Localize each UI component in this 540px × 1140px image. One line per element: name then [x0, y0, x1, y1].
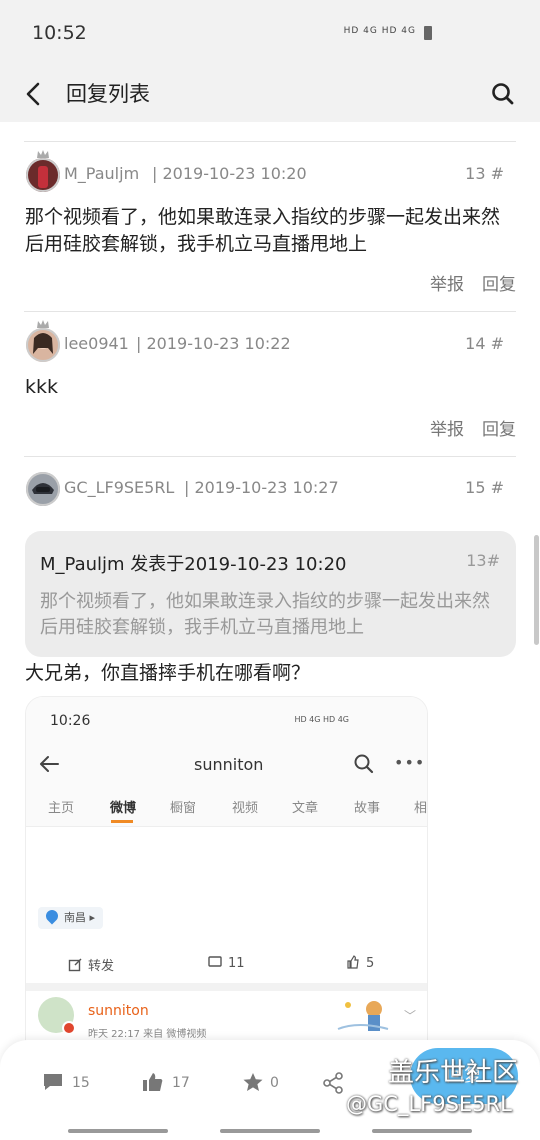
repost-icon — [68, 958, 82, 972]
like-count: 17 — [172, 1075, 190, 1091]
quote-floor: 13# — [466, 551, 500, 570]
divider — [24, 456, 516, 457]
avatar[interactable] — [26, 472, 60, 506]
post-header: lee0941 | 2019-10-23 10:22 14 # — [24, 320, 516, 368]
nav-home[interactable] — [220, 1129, 320, 1133]
shot-tab: 视频 — [232, 801, 259, 816]
shot-tab-active: 微博 — [110, 801, 137, 816]
shot-comments: 11 — [208, 955, 245, 971]
shot-tab: 主页 — [48, 801, 75, 816]
search-icon — [352, 749, 376, 779]
thumbs-up-icon — [347, 955, 359, 969]
post-date: | 2019-10-23 10:20 — [152, 164, 307, 183]
shot-status-bar: 10:26 HD 4G HD 4G — [26, 697, 427, 745]
scrollbar[interactable] — [534, 535, 539, 645]
favorite-count: 0 — [270, 1075, 279, 1091]
report-button[interactable]: 举报 — [430, 420, 464, 440]
page-title: 回复列表 — [66, 82, 150, 106]
reply-post-15: GC_LF9SE5RL | 2019-10-23 10:27 15 # — [0, 468, 540, 512]
shot-tab: 文章 — [292, 801, 319, 816]
chevron-down-icon: ﹀ — [404, 1009, 417, 1023]
shot-meta: 昨天 22:17 来自 微博视频 — [88, 1029, 207, 1040]
more-icon: ••• — [394, 753, 426, 772]
post-date: | 2019-10-23 10:22 — [136, 334, 291, 353]
post-actions: 举报 回复 — [412, 270, 516, 295]
floor-number: 13 # — [465, 164, 504, 183]
attached-screenshot[interactable]: 10:26 HD 4G HD 4G sunniton ••• 主页 微博 橱窗 … — [25, 696, 428, 1096]
reply-button[interactable]: 回复 — [482, 275, 516, 295]
username[interactable]: lee0941 — [64, 334, 129, 353]
username[interactable]: GC_LF9SE5RL — [64, 478, 174, 497]
post-header: GC_LF9SE5RL | 2019-10-23 10:27 15 # — [24, 468, 516, 512]
nav-recent[interactable] — [68, 1129, 168, 1133]
location-pin-icon — [43, 907, 61, 925]
active-tab-indicator — [111, 820, 133, 823]
post-header: M_Pauljm | 2019-10-23 10:20 13 # — [24, 150, 516, 198]
shot-likes: 5 — [346, 955, 374, 971]
thumbs-up-icon — [143, 1073, 163, 1091]
quote-text: 那个视频看了，他如果敢连录入指纹的步骤一起发出来然后用硅胶套解锁，我手机立马直播… — [40, 591, 490, 638]
report-button[interactable]: 举报 — [430, 275, 464, 295]
shot-app-bar: sunniton ••• — [26, 745, 427, 783]
divider — [24, 141, 516, 142]
status-bar: 10:52 HD 4G HD 4G — [0, 0, 540, 66]
like-count: 5 — [366, 956, 375, 971]
shot-tab: 相 — [414, 801, 428, 816]
comment-count: 11 — [228, 956, 245, 971]
shot-location-tag: 南昌 ▸ — [38, 907, 104, 929]
floor-number: 14 # — [465, 334, 504, 353]
shot-title: sunniton — [194, 755, 264, 774]
watermark-user: @GC_LF9SE5RL — [346, 1092, 512, 1116]
reply-list: M_Pauljm | 2019-10-23 10:20 13 # 那个视频看了，… — [0, 122, 540, 1140]
repost-label: 转发 — [88, 959, 115, 974]
nav-back[interactable] — [372, 1129, 472, 1133]
post-date: | 2019-10-23 10:27 — [184, 478, 339, 497]
shot-tab: 故事 — [354, 801, 381, 816]
divider — [24, 311, 516, 312]
post-text: kkk — [25, 376, 59, 398]
back-arrow-icon[interactable] — [20, 76, 50, 112]
verified-badge-icon — [62, 1021, 76, 1035]
shot-tab: 橱窗 — [170, 801, 197, 816]
post-text: 那个视频看了，他如果敢连录入指纹的步骤一起发出来然后用硅胶套解锁，我手机立马直播… — [25, 206, 501, 255]
share-icon — [323, 1072, 343, 1094]
watermark-community: 盖乐世社区 — [388, 1058, 519, 1088]
favorite-button[interactable]: 0 — [242, 1070, 292, 1096]
like-button[interactable]: 17 — [142, 1070, 202, 1096]
post-text: 大兄弟，你直播摔手机在哪看啊？ — [25, 662, 311, 684]
search-icon[interactable] — [488, 76, 518, 112]
battery-icon — [424, 26, 432, 40]
location-label: 南昌 ▸ — [64, 911, 96, 924]
illustration-image — [337, 1001, 389, 1031]
shot-tabs: 主页 微博 橱窗 视频 文章 故事 相 — [26, 783, 428, 827]
floor-number: 15 # — [465, 478, 504, 497]
comment-icon — [208, 956, 222, 967]
share-button[interactable] — [322, 1070, 348, 1096]
comment-icon — [44, 1074, 62, 1090]
star-icon — [243, 1073, 263, 1091]
app-bar: 回复列表 — [0, 66, 540, 122]
post-actions: 举报 回复 — [412, 415, 516, 440]
shot-repost: 转发 — [68, 955, 114, 974]
comment-count-button[interactable]: 15 — [42, 1070, 102, 1096]
shot-signal-icons: HD 4G HD 4G — [294, 715, 349, 724]
username[interactable]: M_Pauljm — [64, 164, 139, 183]
back-arrow-icon — [36, 749, 62, 779]
system-nav-bar — [0, 1124, 540, 1140]
quote-header: M_Pauljm 发表于2019-10-23 10:20 — [40, 554, 347, 575]
signal-indicators: HD 4G HD 4G — [343, 26, 416, 36]
comment-count: 15 — [72, 1075, 90, 1091]
reply-button[interactable]: 回复 — [482, 420, 516, 440]
shot-time: 10:26 — [50, 713, 91, 729]
status-time: 10:52 — [32, 22, 87, 44]
avatar[interactable] — [26, 150, 60, 192]
shot-avatar — [38, 997, 76, 1035]
avatar[interactable] — [26, 320, 60, 362]
quoted-post[interactable]: M_Pauljm 发表于2019-10-23 10:20 13# 那个视频看了，… — [25, 531, 516, 657]
shot-username: sunniton — [88, 1003, 149, 1019]
divider — [26, 983, 427, 991]
